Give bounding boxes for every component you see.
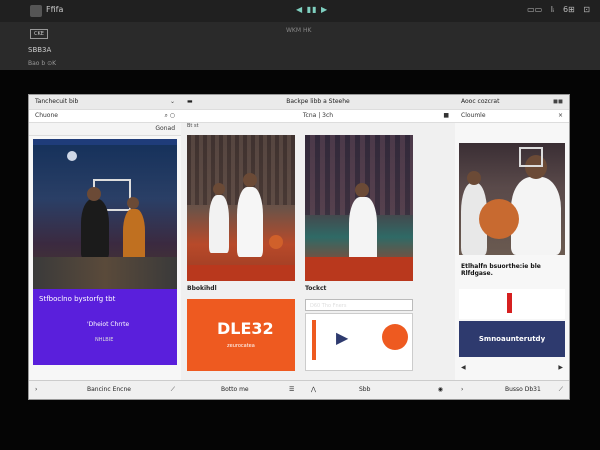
- resize-icon[interactable]: ⟋: [171, 381, 175, 399]
- product-image: [459, 289, 565, 319]
- card-caption-2: Tockct: [305, 285, 327, 292]
- promo-banner: Stfboclno bystorfg tbt 'Dheiot Chrrte NH…: [33, 289, 177, 365]
- banner-note: NHLBIE: [95, 337, 114, 343]
- resize-icon[interactable]: ⟋: [559, 381, 563, 399]
- card-caption: Bbokihdl: [187, 285, 217, 292]
- top-toolbar: Ffifa ◀ ▮▮ ▶ ▭▭ lᵢ 6⊞ ⊡: [0, 0, 600, 23]
- fullscreen-icon[interactable]: ⊡: [583, 5, 590, 14]
- search-icon[interactable]: ⌕ ○: [164, 110, 175, 122]
- search-field[interactable]: D60 Tho Fners: [305, 299, 413, 311]
- panel-footer: › Busso Db31 ⟋: [455, 380, 569, 399]
- footer-label-2: Sbb: [359, 386, 371, 393]
- basketball-photo-4: [459, 143, 565, 255]
- app-name: Ffifa: [46, 5, 64, 14]
- tab-action[interactable]: Gonad: [155, 123, 175, 135]
- tab-label[interactable]: Tcna | 3ch: [303, 112, 333, 119]
- back-icon[interactable]: ▬: [187, 95, 193, 109]
- basketball-photo-3: [305, 135, 413, 281]
- panel-tabbar: Cloumle ×: [455, 110, 569, 123]
- chat-icon[interactable]: ◼◼: [553, 95, 563, 109]
- panel-title: Backpe libb a Steehe: [286, 98, 350, 105]
- side-label: Bt st: [187, 123, 199, 129]
- panel-title: Aooc cozcrat: [461, 98, 500, 105]
- close-icon[interactable]: ×: [558, 110, 563, 122]
- panel-header: ▬ Backpe libb a Steehe: [181, 95, 455, 110]
- flag-icon[interactable]: ■: [443, 110, 449, 122]
- layout-icon[interactable]: ▭▭: [527, 5, 542, 14]
- subheader-title: WKM HK: [286, 27, 312, 34]
- playback-controls[interactable]: ◀ ▮▮ ▶: [296, 5, 328, 14]
- promo-button[interactable]: Smnoaunterutdy: [459, 321, 565, 357]
- panel-title: Tanchecuit bib: [35, 98, 79, 105]
- subheader: CKE WKM HK SBB3A Bao b ⊙K: [0, 22, 600, 70]
- section-label: SBB3A: [28, 46, 52, 54]
- stats-icon[interactable]: lᵢ: [551, 5, 555, 14]
- panel-footer: Botto me ☰ ⋀ Sbb ◉: [181, 380, 455, 399]
- right-arrow-icon[interactable]: ▶: [558, 359, 563, 377]
- nav-row: ◀ ▶: [459, 359, 565, 377]
- banner-body: 'Dheiot Chrrte: [87, 321, 130, 328]
- section-sublabel: Bao b ⊙K: [28, 60, 57, 67]
- toggle-icon[interactable]: ◉: [438, 381, 443, 399]
- play-icon[interactable]: ▶: [336, 328, 348, 347]
- article-headline: Etlhalfn bsuorthe:ie ble Rlfdgase.: [461, 263, 541, 277]
- panel-center: ▬ Backpe libb a Steehe Tcna | 3ch ■ Bt s…: [181, 95, 456, 399]
- panel-subrow: Gonad: [29, 123, 181, 136]
- badge-icon: CKE: [30, 29, 48, 39]
- footer-label: Bancinc Encne: [87, 386, 131, 393]
- panel-right: Aooc cozcrat ◼◼ Cloumle × Etlhalfn bsuor…: [455, 95, 569, 399]
- score-card[interactable]: DLE32 zeurocatea: [187, 299, 295, 371]
- ticket-card[interactable]: ▶: [305, 313, 413, 371]
- tab-label[interactable]: Cloumle: [461, 112, 486, 119]
- banner-title: Stfboclno bystorfg tbt: [39, 295, 116, 303]
- footer-label: Botto me: [221, 386, 249, 393]
- app-logo-icon: [30, 5, 42, 17]
- panel-tabbar: Chuone ⌕ ○: [29, 110, 181, 123]
- footer-label: Busso Db31: [505, 386, 541, 393]
- basketball-photo: [33, 139, 177, 289]
- back-arrow-icon[interactable]: ›: [461, 381, 463, 399]
- panel-header: Tanchecuit bib ⌄: [29, 95, 181, 110]
- panel-tabbar: Tcna | 3ch ■: [181, 110, 455, 123]
- panel-footer: › Bancinc Encne ⟋: [29, 380, 181, 399]
- prev-arrow-icon[interactable]: ›: [35, 381, 37, 399]
- chevron-down-icon[interactable]: ⌄: [170, 95, 175, 109]
- panel-header: Aooc cozcrat ◼◼: [455, 95, 569, 110]
- wave-icon[interactable]: ⋀: [311, 381, 316, 399]
- panel-left: Tanchecuit bib ⌄ Chuone ⌕ ○ Gonad Stfboc…: [29, 95, 182, 399]
- grid-icon[interactable]: 6⊞: [563, 5, 575, 14]
- preview-window: Tanchecuit bib ⌄ Chuone ⌕ ○ Gonad Stfboc…: [28, 94, 570, 400]
- window-controls: ▭▭ lᵢ 6⊞ ⊡: [521, 5, 590, 14]
- tab-label[interactable]: Chuone: [35, 112, 58, 119]
- score-card-sub: zeurocatea: [227, 343, 255, 349]
- basketball-photo-2: [187, 135, 295, 281]
- score-card-title: DLE32: [217, 319, 274, 338]
- left-arrow-icon[interactable]: ◀: [461, 359, 466, 377]
- list-icon[interactable]: ☰: [289, 381, 294, 399]
